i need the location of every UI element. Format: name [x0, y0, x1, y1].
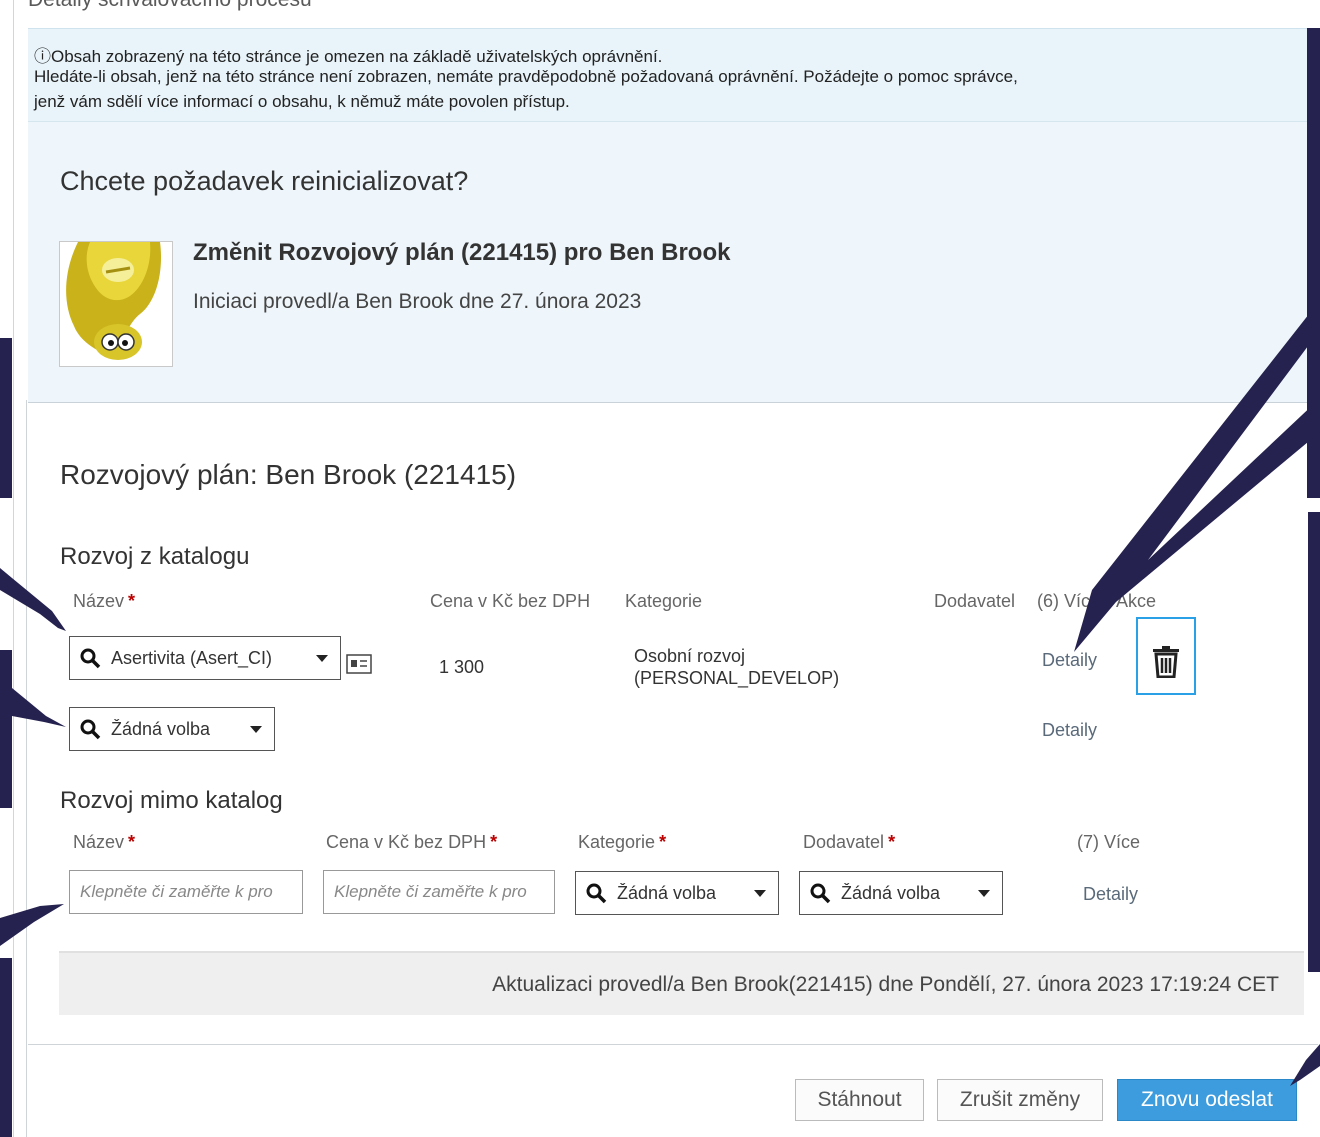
search-icon — [80, 719, 101, 740]
page-frame-line — [26, 400, 27, 1137]
page-title: Detaily schvalovacího procesu — [28, 0, 312, 12]
catalog-col-category: Kategorie — [625, 591, 703, 611]
outside-category-combobox[interactable]: Žádná volba — [575, 871, 779, 915]
download-button[interactable]: Stáhnout — [795, 1079, 924, 1121]
cancel-changes-button[interactable]: Zrušit změny — [937, 1079, 1103, 1121]
details-link[interactable]: Detaily — [1083, 884, 1138, 905]
catalog-category-code: (PERSONAL_DEVELOP) — [634, 668, 840, 688]
catalog-col-actions: Akce — [1116, 591, 1157, 611]
trash-icon — [1153, 646, 1179, 678]
annotation-bar — [1308, 512, 1320, 972]
catalog-price-cell: 1 300 — [439, 657, 485, 677]
resubmit-button[interactable]: Znovu odeslat — [1117, 1079, 1297, 1121]
search-icon — [586, 883, 607, 904]
catalog-col-supplier: Dodavatel — [934, 591, 1016, 611]
combobox-value: Žádná volba — [111, 718, 211, 739]
search-icon — [80, 648, 101, 669]
annotation-arrow — [12, 688, 66, 727]
combobox-value: Žádná volba — [841, 882, 941, 903]
catalog-category-cell: Osobní rozvoj — [634, 646, 746, 666]
annotation-arrow — [0, 904, 64, 946]
catalog-section-title: Rozvoj z katalogu — [60, 543, 250, 570]
chevron-down-icon — [978, 889, 990, 897]
outside-col-name: Název * — [73, 832, 136, 852]
catalog-col-price: Cena v Kč bez DPH — [430, 591, 591, 611]
info-banner-line: ⓘObsah zobrazený na této stránce je omez… — [34, 47, 663, 66]
update-info-bar: Aktualizaci provedl/a Ben Brook(221415) … — [59, 951, 1304, 1015]
details-link[interactable]: Detaily — [1042, 650, 1097, 671]
outside-col-more: (7) Více — [1077, 832, 1141, 852]
page-frame-line — [13, 0, 14, 1137]
combobox-value: Asertivita (Asert_CI) — [111, 647, 273, 668]
catalog-name-combobox[interactable]: Asertivita (Asert_CI) — [69, 636, 341, 680]
outside-col-supplier: Dodavatel * — [803, 832, 896, 852]
outside-name-input[interactable] — [69, 870, 303, 914]
info-banner-line: Hledáte-li obsah, jenž na této stránce n… — [34, 67, 1018, 86]
outside-section-title: Rozvoj mimo katalog — [60, 787, 283, 814]
annotation-arrow — [0, 568, 66, 631]
search-icon — [810, 883, 831, 904]
request-subtitle: Iniciaci provedl/a Ben Brook dne 27. úno… — [193, 290, 642, 313]
update-info-text: Aktualizaci provedl/a Ben Brook(221415) … — [492, 973, 1279, 996]
delete-button[interactable] — [1136, 617, 1196, 695]
outside-price-input[interactable] — [323, 870, 555, 914]
outside-col-category: Kategorie * — [578, 832, 667, 852]
annotation-bar — [0, 650, 12, 808]
request-question: Chcete požadavek reinicializovat? — [60, 166, 469, 196]
catalog-col-more: (6) Více — [1037, 591, 1101, 611]
chevron-down-icon — [754, 889, 766, 897]
catalog-name-combobox[interactable]: Žádná volba — [69, 707, 275, 751]
outside-supplier-combobox[interactable]: Žádná volba — [799, 871, 1003, 915]
request-title: Změnit Rozvojový plán (221415) pro Ben B… — [193, 239, 731, 266]
plan-title: Rozvojový plán: Ben Brook (221415) — [60, 459, 517, 490]
value-help-icon[interactable] — [346, 654, 372, 679]
info-banner-line: jenž vám sdělí více informací o obsahu, … — [34, 92, 570, 111]
chevron-down-icon — [316, 654, 328, 662]
avatar — [59, 241, 173, 367]
annotation-bar — [0, 958, 12, 1137]
chevron-down-icon — [250, 725, 262, 733]
avatar-image — [60, 242, 172, 366]
outside-col-price: Cena v Kč bez DPH * — [326, 832, 498, 852]
divider — [28, 1044, 1318, 1045]
annotation-bar — [0, 338, 12, 498]
combobox-value: Žádná volba — [617, 882, 717, 903]
catalog-col-name: Název * — [73, 591, 136, 611]
details-link[interactable]: Detaily — [1042, 720, 1097, 741]
